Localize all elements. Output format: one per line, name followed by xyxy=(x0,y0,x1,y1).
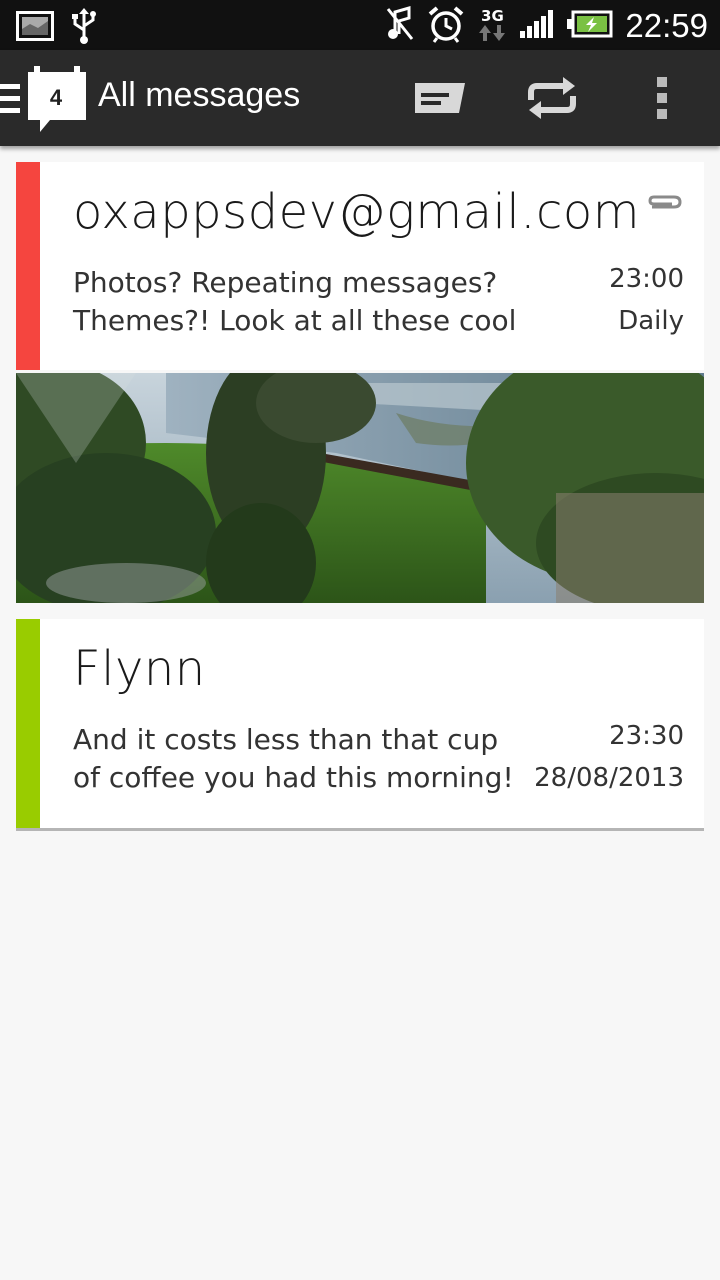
repeat-button[interactable] xyxy=(516,50,588,146)
signal-icon xyxy=(519,9,555,43)
message-schedule: 28/08/2013 xyxy=(534,763,684,793)
message-color-stripe xyxy=(16,162,40,370)
message-card[interactable]: oxappsdev@gmail.com Photos? Repeating me… xyxy=(16,162,704,370)
attachment-icon xyxy=(642,192,684,216)
compose-message-icon xyxy=(415,83,465,113)
overflow-menu-icon xyxy=(657,77,667,119)
image-notification-icon xyxy=(16,11,54,45)
message-sender: Flynn xyxy=(73,641,206,697)
menu-icon[interactable] xyxy=(0,84,22,118)
message-card[interactable]: Flynn And it costs less than that cup of… xyxy=(16,619,704,828)
status-bar: 3G 22:59 xyxy=(0,0,720,50)
network-3g-icon: 3G xyxy=(477,9,507,43)
message-time: 23:00 xyxy=(609,264,684,294)
action-bar: 4 All messages xyxy=(0,50,720,146)
message-preview-line: Photos? Repeating messages? xyxy=(73,266,498,299)
message-color-stripe xyxy=(16,619,40,828)
repeat-icon xyxy=(528,77,576,119)
message-time: 23:30 xyxy=(609,721,684,751)
message-preview-line: of coffee you had this morning! xyxy=(73,761,514,794)
message-schedule: Daily xyxy=(618,306,684,336)
alarm-icon xyxy=(427,5,465,47)
page-title: All messages xyxy=(98,76,301,114)
message-sender: oxappsdev@gmail.com xyxy=(73,184,640,240)
mute-icon xyxy=(385,6,415,46)
list-divider xyxy=(16,828,704,831)
compose-message-button[interactable] xyxy=(404,50,476,146)
unread-count-badge: 4 xyxy=(49,85,63,110)
message-preview-line: Themes?! Look at all these cool xyxy=(73,304,517,337)
overflow-menu-button[interactable] xyxy=(632,50,692,146)
status-time: 22:59 xyxy=(625,7,708,44)
battery-charging-icon xyxy=(567,10,613,42)
attachment-photo[interactable] xyxy=(16,373,704,603)
message-preview-line: And it costs less than that cup xyxy=(73,723,499,756)
usb-icon xyxy=(70,8,98,48)
app-message-icon[interactable]: 4 xyxy=(26,64,90,136)
